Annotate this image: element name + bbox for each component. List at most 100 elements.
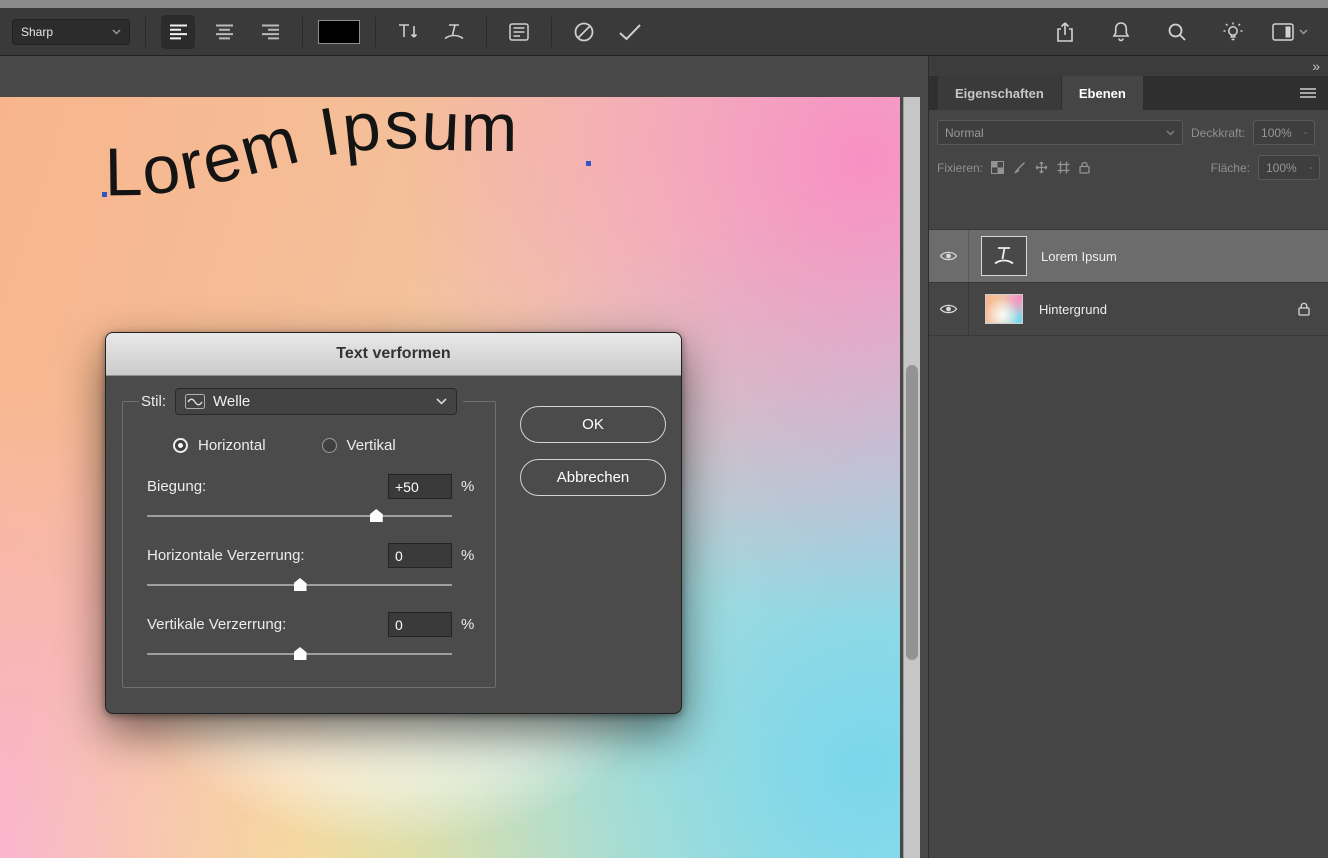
dialog-body: Stil: Welle Horizontal Vertikal — [106, 376, 681, 714]
align-center-icon — [215, 24, 234, 40]
warp-options-group: Stil: Welle Horizontal Vertikal — [122, 388, 496, 688]
slider-thumb[interactable] — [294, 647, 307, 660]
lock-pixels-brush-icon[interactable] — [1013, 161, 1026, 174]
right-panel: » Eigenschaften Ebenen Normal Deckkraft:… — [928, 56, 1328, 858]
hamburger-menu-icon — [1300, 88, 1316, 98]
slider-thumb[interactable] — [370, 509, 383, 522]
panel-layout-icon — [1272, 23, 1294, 41]
style-label: Stil: — [141, 393, 166, 410]
slider-thumb[interactable] — [294, 578, 307, 591]
toolbar-separator — [375, 17, 376, 47]
discover-button[interactable] — [1216, 15, 1250, 49]
warp-text-button[interactable] — [437, 15, 471, 49]
eye-icon — [939, 250, 958, 262]
lock-position-move-icon[interactable] — [1035, 161, 1048, 174]
text-color-swatch[interactable] — [318, 20, 360, 44]
layer-row-background[interactable]: Hintergrund — [929, 283, 1328, 336]
wave-style-icon — [185, 394, 205, 409]
tab-eigenschaften[interactable]: Eigenschaften — [938, 76, 1061, 110]
cancel-button[interactable]: Abbrechen — [520, 459, 666, 496]
antialias-dropdown[interactable]: Sharp — [12, 19, 130, 45]
opacity-dropdown[interactable]: 100% — [1253, 120, 1315, 145]
fill-label: Fläche: — [1211, 161, 1250, 175]
chevron-down-icon — [1166, 130, 1175, 136]
blend-mode-value: Normal — [945, 126, 984, 140]
align-center-button[interactable] — [207, 15, 241, 49]
ok-button[interactable]: OK — [520, 406, 666, 443]
toolbar-separator — [551, 17, 552, 47]
path-anchor-start — [102, 192, 107, 197]
dialog-buttons: OK Abbrechen — [520, 406, 666, 496]
canvas-text: Lorem Ipsum — [104, 97, 519, 211]
layers-list: Lorem Ipsum Hintergrund — [929, 229, 1328, 336]
scrollbar-thumb[interactable] — [906, 365, 918, 660]
lock-label: Fixieren: — [937, 161, 983, 175]
layer-visibility-toggle[interactable] — [929, 230, 969, 282]
options-toolbar: Sharp — [0, 8, 1328, 56]
vertical-distortion-slider[interactable] — [147, 646, 452, 661]
workspace-switcher-button[interactable] — [1272, 15, 1308, 49]
radio-unselected-icon — [322, 438, 337, 453]
vertical-distortion-label: Vertikale Verzerrung: — [147, 616, 388, 633]
layer-row-text[interactable]: Lorem Ipsum — [929, 230, 1328, 283]
fill-dropdown[interactable]: 100% — [1258, 155, 1320, 180]
horizontal-radio[interactable]: Horizontal — [173, 437, 266, 454]
panel-tabbar: Eigenschaften Ebenen — [929, 76, 1328, 110]
align-left-button[interactable] — [161, 15, 195, 49]
toggle-panels-button[interactable] — [502, 15, 536, 49]
layer-visibility-toggle[interactable] — [929, 283, 969, 335]
vertical-distortion-unit: % — [461, 616, 475, 633]
text-orientation-icon — [397, 22, 419, 41]
panel-menu-button[interactable] — [1300, 88, 1316, 98]
bend-input[interactable] — [388, 474, 452, 499]
path-anchor-end — [586, 161, 591, 166]
cancel-icon — [573, 21, 595, 43]
bend-slider[interactable] — [147, 508, 452, 523]
blend-opacity-row: Normal Deckkraft: 100% — [937, 120, 1320, 145]
horizontal-label: Horizontal — [198, 437, 266, 454]
background-layer-thumbnail[interactable] — [985, 294, 1023, 324]
tab-ebenen[interactable]: Ebenen — [1062, 76, 1143, 110]
search-button[interactable] — [1160, 15, 1194, 49]
toolbar-separator — [302, 17, 303, 47]
share-icon — [1055, 21, 1075, 43]
share-button[interactable] — [1048, 15, 1082, 49]
horizontal-distortion-slider[interactable] — [147, 577, 452, 592]
commit-edits-button[interactable] — [613, 15, 647, 49]
vertical-distortion-input[interactable] — [388, 612, 452, 637]
toolbar-right-group — [1048, 15, 1316, 49]
antialias-value: Sharp — [21, 25, 53, 39]
tab-label: Eigenschaften — [955, 86, 1044, 101]
character-panel-icon — [509, 23, 529, 41]
lightbulb-icon — [1222, 21, 1244, 43]
vertical-label: Vertikal — [347, 437, 396, 454]
slider-track[interactable] — [147, 515, 452, 517]
text-orientation-button[interactable] — [391, 15, 425, 49]
chevron-down-icon — [1304, 130, 1307, 136]
tab-label: Ebenen — [1079, 86, 1126, 101]
horizontal-distortion-field-row: Horizontale Verzerrung: % — [147, 543, 475, 568]
warp-text-icon — [442, 22, 466, 42]
align-right-button[interactable] — [253, 15, 287, 49]
style-value: Welle — [213, 393, 250, 410]
toolbar-separator — [145, 17, 146, 47]
canvas-vertical-scrollbar[interactable] — [903, 97, 920, 858]
bend-field-row: Biegung: % — [147, 474, 475, 499]
lock-all-icon[interactable] — [1079, 161, 1090, 174]
cancel-edits-button[interactable] — [567, 15, 601, 49]
text-layer-thumbnail[interactable] — [981, 236, 1027, 276]
chevron-down-icon — [436, 398, 447, 405]
lock-artboard-icon[interactable] — [1057, 161, 1070, 174]
notifications-button[interactable] — [1104, 15, 1138, 49]
lock-transparency-icon[interactable] — [991, 161, 1004, 174]
collapse-panel-chevrons[interactable]: » — [1312, 59, 1320, 73]
bend-label: Biegung: — [147, 478, 388, 495]
eye-icon — [939, 303, 958, 315]
layer-locked-indicator[interactable] — [1298, 302, 1310, 316]
horizontal-distortion-input[interactable] — [388, 543, 452, 568]
bell-icon — [1111, 21, 1131, 42]
style-dropdown[interactable]: Welle — [175, 388, 457, 415]
opacity-label: Deckkraft: — [1191, 126, 1245, 140]
vertical-radio[interactable]: Vertikal — [322, 437, 396, 454]
blend-mode-dropdown[interactable]: Normal — [937, 120, 1183, 145]
